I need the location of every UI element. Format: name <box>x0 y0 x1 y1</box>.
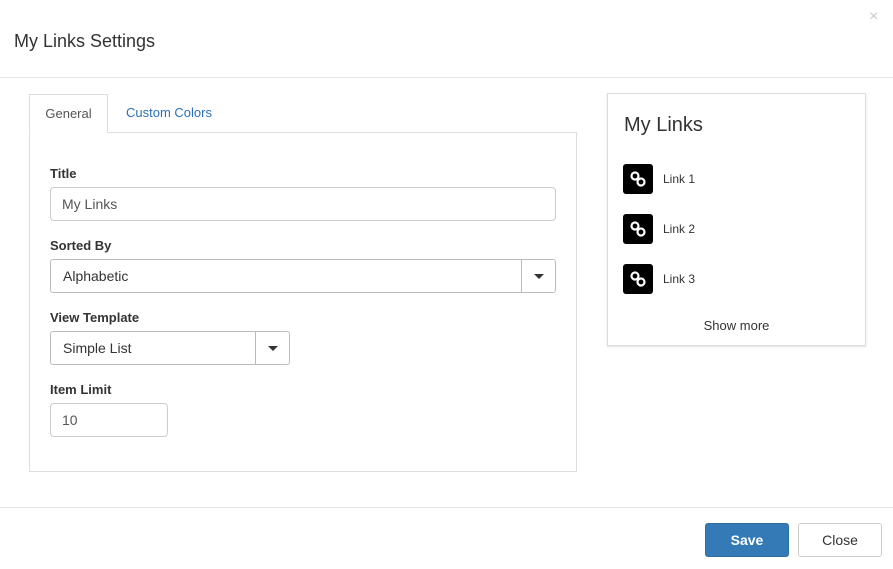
show-more-link[interactable]: Show more <box>608 318 865 333</box>
sorted-by-dropdown-button[interactable] <box>521 260 555 292</box>
preview-link-label: Link 2 <box>663 222 696 236</box>
view-template-dropdown-button[interactable] <box>255 332 289 364</box>
item-limit-input[interactable] <box>50 403 168 437</box>
link-icon <box>623 264 653 294</box>
save-button[interactable]: Save <box>705 523 789 557</box>
sorted-by-select[interactable]: Alphabetic <box>50 259 556 293</box>
preview-link-label: Link 3 <box>663 272 696 286</box>
preview-panel: My Links Link 1 Link 2 Link 3 Show more <box>607 93 866 346</box>
link-icon <box>623 164 653 194</box>
dialog-title: My Links Settings <box>14 31 156 51</box>
close-button[interactable]: Close <box>798 523 882 557</box>
tab-general[interactable]: General <box>29 94 108 133</box>
preview-link-item[interactable]: Link 3 <box>623 264 823 294</box>
settings-dialog: My Links Settings × General Custom Color… <box>0 0 893 569</box>
title-input[interactable] <box>50 187 556 221</box>
view-template-select[interactable]: Simple List <box>50 331 290 365</box>
title-label: Title <box>50 166 77 181</box>
link-icon <box>623 214 653 244</box>
dialog-header: My Links Settings × <box>0 0 893 78</box>
preview-link-item[interactable]: Link 1 <box>623 164 823 194</box>
view-template-label: View Template <box>50 310 140 325</box>
view-template-value: Simple List <box>63 340 132 356</box>
sorted-by-label: Sorted By <box>50 238 112 253</box>
caret-down-icon <box>268 346 278 351</box>
tab-custom-colors[interactable]: Custom Colors <box>115 94 223 133</box>
preview-link-label: Link 1 <box>663 172 696 186</box>
close-icon[interactable]: × <box>869 8 878 26</box>
preview-link-item[interactable]: Link 2 <box>623 214 823 244</box>
caret-down-icon <box>534 274 544 279</box>
item-limit-label: Item Limit <box>50 382 112 397</box>
sorted-by-value: Alphabetic <box>63 268 129 284</box>
preview-title: My Links <box>624 114 703 136</box>
general-tab-panel: Title Sorted By Alphabetic View Template… <box>29 132 577 472</box>
